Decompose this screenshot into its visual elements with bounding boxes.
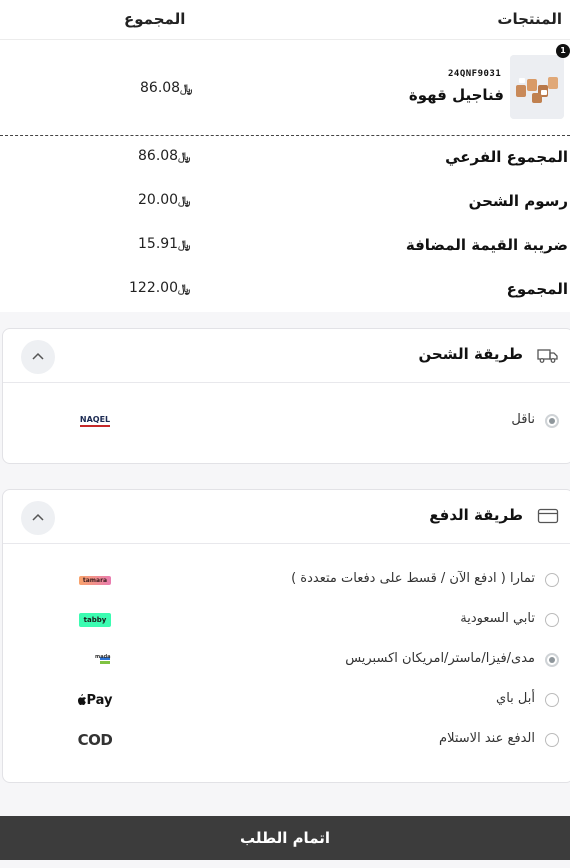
- collapse-payment-button[interactable]: [21, 501, 55, 535]
- total-value: ﷼122.00: [129, 280, 191, 296]
- tabby-logo: tabby: [77, 609, 113, 631]
- coffee-cups-image: [510, 55, 564, 119]
- radio-tamara[interactable]: [545, 573, 559, 587]
- shipping-option-naqel[interactable]: ناقل NAQEL: [3, 401, 570, 441]
- radio-cod[interactable]: [545, 733, 559, 747]
- applepay-logo: Pay: [77, 689, 113, 711]
- radio-card[interactable]: [545, 653, 559, 667]
- radio-naqel[interactable]: [545, 414, 559, 428]
- card-icon: [537, 508, 559, 524]
- riyal-icon: ﷼: [178, 238, 191, 251]
- quantity-badge: 1: [556, 44, 570, 58]
- shipping-method-card: طريقة الشحن ناقل NAQEL: [2, 328, 570, 464]
- column-header-products: المنتجات: [497, 10, 562, 28]
- collapse-shipping-button[interactable]: [21, 340, 55, 374]
- vat-label: ضريبة القيمة المضافة: [405, 236, 568, 254]
- shipping-fee-label: رسوم الشحن: [468, 192, 568, 210]
- payment-method-title: طريقة الدفع: [429, 506, 523, 524]
- subtotal-value: ﷼86.08: [138, 148, 191, 164]
- total-row: المجموع ﷼122.00: [0, 270, 570, 314]
- table-header: المنتجات المجموع: [0, 0, 570, 40]
- payment-option-label: أبل باي: [496, 691, 535, 706]
- riyal-icon: ﷼: [178, 194, 191, 207]
- shipping-fee-row: رسوم الشحن ﷼20.00: [0, 182, 570, 226]
- product-price: ﷼86.08: [140, 80, 193, 96]
- subtotal-label: المجموع الفرعي: [445, 148, 568, 166]
- riyal-icon: ﷼: [180, 82, 193, 95]
- vat-row: ضريبة القيمة المضافة ﷼15.91: [0, 226, 570, 270]
- shipping-method-header[interactable]: طريقة الشحن: [3, 329, 570, 383]
- payment-option-cod[interactable]: الدفع عند الاستلام COD: [3, 720, 570, 760]
- payment-option-label: الدفع عند الاستلام: [439, 731, 535, 746]
- shipping-option-label: ناقل: [511, 412, 535, 427]
- payment-option-tamara[interactable]: تمارا ( ادفع الآن / قسط على دفعات متعددة…: [3, 560, 570, 600]
- radio-applepay[interactable]: [545, 693, 559, 707]
- payment-method-header[interactable]: طريقة الدفع: [3, 490, 570, 544]
- product-row: 1 24QNF9031 فناجيل قهوة ﷼86.08: [0, 40, 570, 136]
- cod-logo: COD: [77, 731, 113, 749]
- complete-order-button[interactable]: اتمام الطلب: [0, 816, 570, 860]
- riyal-icon: ﷼: [178, 150, 191, 163]
- truck-icon: [537, 349, 558, 363]
- payment-option-label: مدى/فيزا/ماستر/امريكان اكسبريس: [345, 651, 535, 666]
- payment-option-tabby[interactable]: تابي السعودية tabby: [3, 600, 570, 640]
- order-summary: المنتجات المجموع 1 24QNF9031 فناجيل قهوة…: [0, 0, 570, 312]
- subtotal-row: المجموع الفرعي ﷼86.08: [0, 138, 570, 182]
- payment-option-card[interactable]: مدى/فيزا/ماستر/امريكان اكسبريس mada: [3, 640, 570, 680]
- product-thumbnail[interactable]: [510, 55, 564, 119]
- chevron-up-icon: [32, 513, 44, 521]
- payment-option-label: تابي السعودية: [460, 611, 535, 626]
- shipping-method-title: طريقة الشحن: [418, 345, 523, 363]
- riyal-icon: ﷼: [178, 282, 191, 295]
- product-sku: 24QNF9031: [448, 69, 502, 79]
- total-label: المجموع: [506, 280, 568, 298]
- payment-option-applepay[interactable]: أبل باي Pay: [3, 680, 570, 720]
- vat-value: ﷼15.91: [138, 236, 191, 252]
- chevron-up-icon: [32, 352, 44, 360]
- naqel-logo: NAQEL: [77, 410, 113, 432]
- radio-tabby[interactable]: [545, 613, 559, 627]
- product-name: فناجيل قهوة: [408, 86, 504, 104]
- shipping-fee-value: ﷼20.00: [138, 192, 191, 208]
- payment-method-card: طريقة الدفع تمارا ( ادفع الآن / قسط على …: [2, 489, 570, 783]
- mada-logo: mada: [77, 649, 113, 671]
- column-header-total: المجموع: [124, 10, 186, 28]
- tamara-logo: tamara: [77, 569, 113, 591]
- payment-option-label: تمارا ( ادفع الآن / قسط على دفعات متعددة…: [291, 571, 535, 586]
